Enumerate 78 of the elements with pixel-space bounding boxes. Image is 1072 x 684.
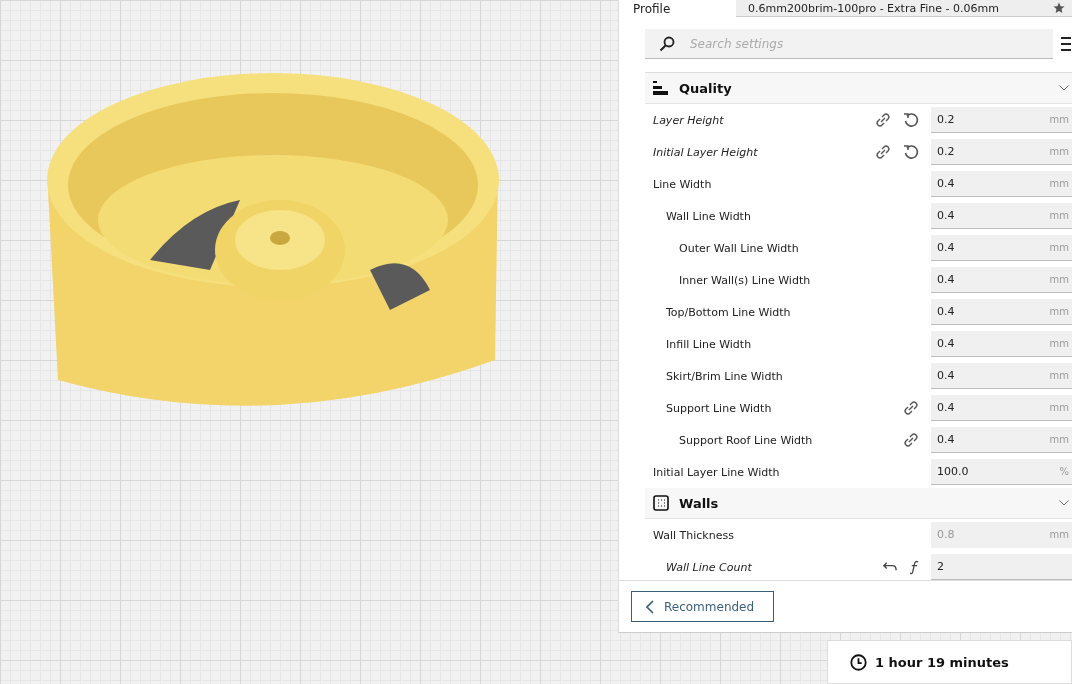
profile-name: 0.6mm200brim-100pro - Extra Fine - 0.06mm: [748, 1, 999, 15]
chevron-icon: [1059, 500, 1069, 506]
setting-value-field[interactable]: 0.4 mm: [931, 331, 1072, 357]
unit-label: mm: [1049, 434, 1069, 445]
setting-value-field[interactable]: 0.4 mm: [931, 171, 1072, 197]
setting-label: Line Width: [652, 177, 713, 191]
setting-label: Initial Layer Height: [652, 145, 759, 159]
setting-label: Support Roof Line Width: [678, 433, 814, 447]
setting-value-field[interactable]: 0.2 mm: [931, 107, 1072, 133]
setting-value-field[interactable]: 100.0 %: [931, 459, 1072, 485]
setting-value-field[interactable]: 0.4 mm: [931, 203, 1072, 229]
link-icon[interactable]: [875, 144, 891, 160]
reset-icon[interactable]: [903, 144, 919, 160]
chevron-icon: [1059, 85, 1069, 91]
chevron-left-icon: [646, 599, 654, 614]
settings-category-header[interactable]: Quality: [645, 73, 1072, 104]
setting-label: Wall Thickness: [652, 528, 735, 542]
unit-label: mm: [1049, 146, 1069, 157]
setting-value: 100.0: [937, 465, 969, 478]
setting-value: 0.4: [937, 305, 955, 318]
setting-value-field[interactable]: 0.4 mm: [931, 235, 1072, 261]
setting-label: Infill Line Width: [665, 337, 753, 351]
unit-label: mm: [1049, 178, 1069, 189]
link-icon[interactable]: [903, 400, 919, 416]
quality-bars-icon: [653, 80, 669, 96]
search-icon: [659, 36, 675, 52]
category-title: Walls: [679, 495, 720, 511]
setting-value-field[interactable]: 0.2 mm: [931, 139, 1072, 165]
setting-value: 0.4: [937, 177, 955, 190]
setting-value: 2: [937, 560, 944, 573]
setting-label: Outer Wall Line Width: [678, 241, 800, 255]
setting-value: 0.4: [937, 369, 955, 382]
setting-value: 0.4: [937, 401, 955, 414]
clock-icon: [850, 653, 867, 671]
setting-label: Wall Line Count: [665, 560, 753, 574]
menu-icon[interactable]: [1061, 36, 1071, 52]
setting-label: Top/Bottom Line Width: [665, 305, 792, 319]
unit-label: mm: [1049, 370, 1069, 381]
setting-value: 0.4: [937, 209, 955, 222]
setting-label: Skirt/Brim Line Width: [665, 369, 784, 383]
unit-label: mm: [1049, 338, 1069, 349]
reset-icon[interactable]: [903, 112, 919, 128]
setting-label: Initial Layer Line Width: [652, 465, 781, 479]
setting-value-field[interactable]: 0.4 mm: [931, 299, 1072, 325]
walls-grid-icon: [653, 495, 669, 511]
category-title: Quality: [679, 80, 733, 96]
unit-label: mm: [1049, 306, 1069, 317]
unit-label: %: [1059, 466, 1069, 477]
unit-label: mm: [1049, 114, 1069, 125]
setting-label: Support Line Width: [665, 401, 773, 415]
setting-value: 0.4: [937, 273, 955, 286]
setting-label: Layer Height: [652, 113, 725, 127]
profile-dropdown[interactable]: 0.6mm200brim-100pro - Extra Fine - 0.06mm: [736, 0, 1072, 17]
star-icon[interactable]: [1053, 2, 1065, 14]
setting-value-field[interactable]: 0.4 mm: [931, 363, 1072, 389]
unit-label: mm: [1049, 210, 1069, 221]
setting-value: 0.2: [937, 113, 955, 126]
setting-value-field[interactable]: 0.4 mm: [931, 395, 1072, 421]
setting-value-field[interactable]: 0.4 mm: [931, 267, 1072, 293]
unit-label: mm: [1049, 529, 1069, 540]
unit-label: mm: [1049, 242, 1069, 253]
unit-label: mm: [1049, 274, 1069, 285]
setting-value: 0.4: [937, 241, 955, 254]
setting-value: 0.2: [937, 145, 955, 158]
setting-value: 0.4: [937, 433, 955, 446]
setting-value-field[interactable]: 0.4 mm: [931, 427, 1072, 453]
setting-value: 0.8: [937, 528, 955, 541]
unit-label: mm: [1049, 402, 1069, 413]
recommended-button[interactable]: Recommended: [631, 591, 774, 622]
setting-label: Inner Wall(s) Line Width: [678, 273, 812, 287]
search-field[interactable]: Search settings: [645, 29, 1053, 59]
settings-category-header[interactable]: Walls: [645, 488, 1072, 519]
print-time: 1 hour 19 minutes: [875, 654, 1009, 670]
link-icon[interactable]: [903, 432, 919, 448]
profile-label: Profile: [632, 0, 672, 17]
link-icon[interactable]: [875, 112, 891, 128]
setting-label: Wall Line Width: [665, 209, 752, 223]
setting-value: 0.4: [937, 337, 955, 350]
